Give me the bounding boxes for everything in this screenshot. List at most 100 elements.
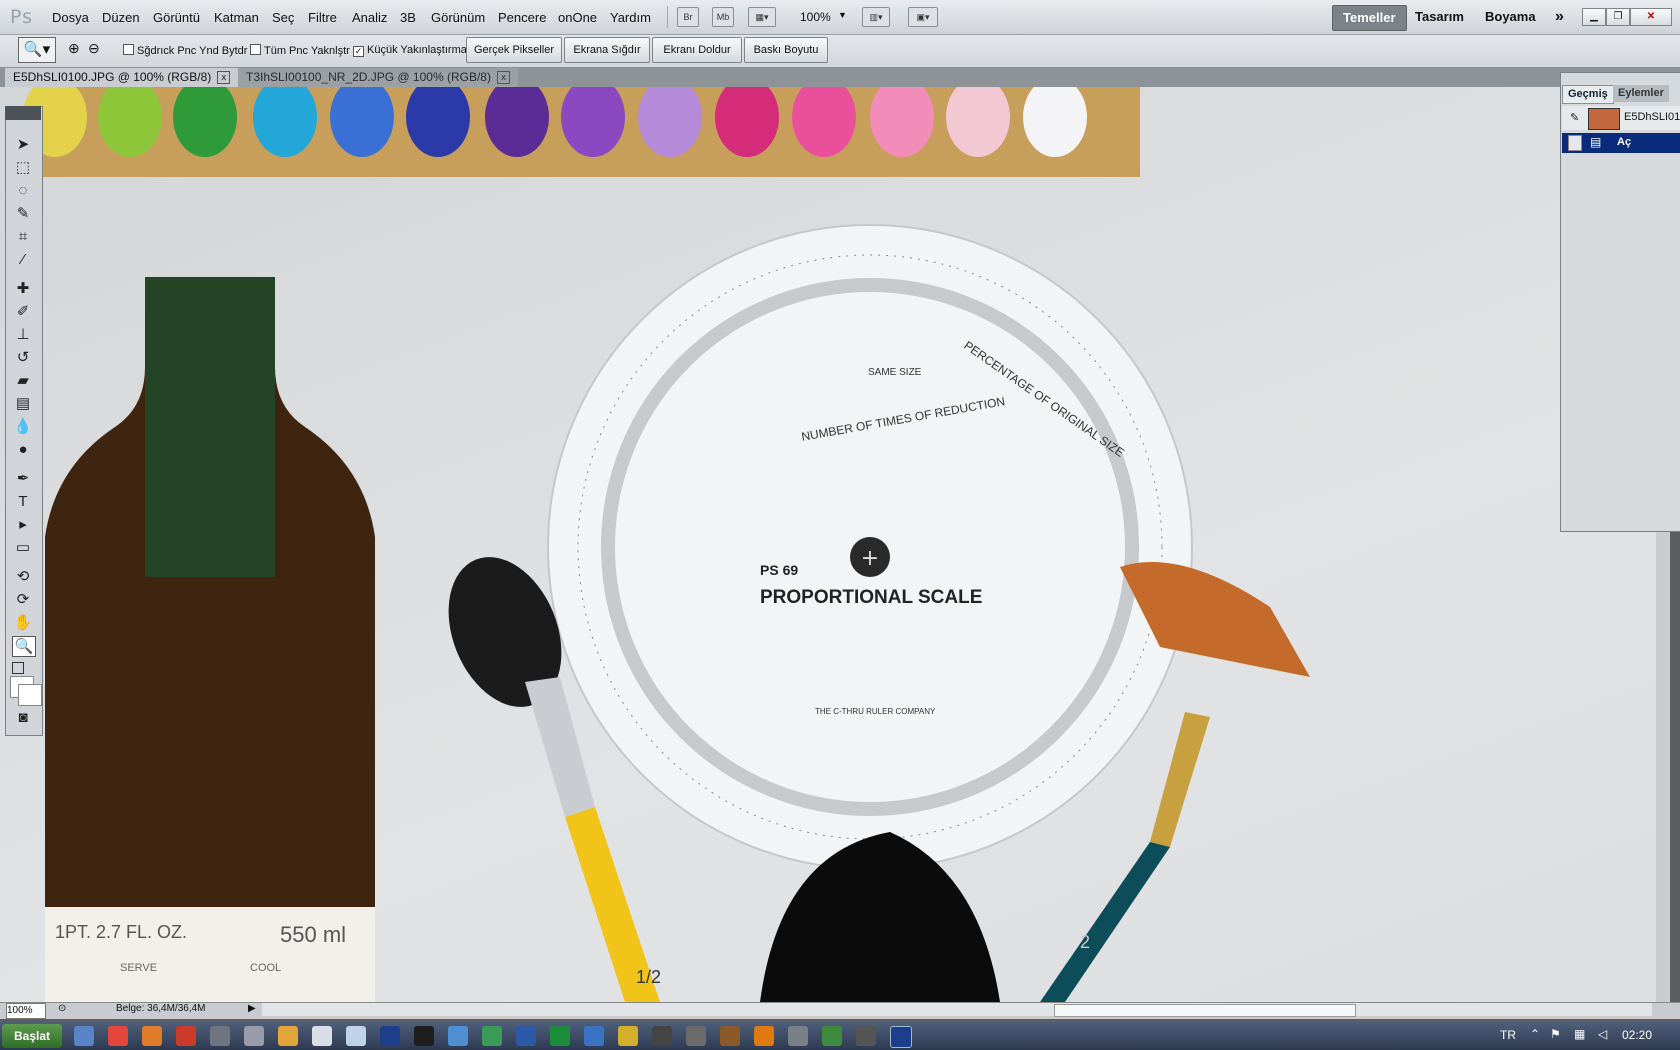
menu-onone[interactable]: onOne bbox=[558, 10, 597, 25]
notepad-icon[interactable] bbox=[312, 1026, 332, 1046]
background-color-swatch[interactable] bbox=[18, 684, 42, 706]
tab-document-1[interactable]: E5DhSLI0100.JPG @ 100% (RGB/8) x bbox=[5, 68, 239, 87]
quick-select-icon[interactable]: ✎ bbox=[12, 204, 34, 223]
start-button[interactable]: Başlat bbox=[2, 1024, 62, 1048]
workspace-essentials[interactable]: Temeller bbox=[1332, 5, 1407, 31]
3d-rotate-icon[interactable]: ⟲ bbox=[12, 567, 34, 586]
app-icon[interactable] bbox=[856, 1026, 876, 1046]
blur-tool-icon[interactable]: 💧 bbox=[12, 417, 34, 436]
app-icon[interactable] bbox=[482, 1026, 502, 1046]
app-icon[interactable] bbox=[720, 1026, 740, 1046]
lasso-tool-icon[interactable]: ◌ bbox=[12, 181, 34, 200]
quick-mask-icon[interactable]: ◙ bbox=[12, 708, 34, 727]
app-icon[interactable] bbox=[176, 1026, 196, 1046]
minibridge-icon[interactable]: Mb bbox=[712, 7, 734, 27]
app-icon[interactable] bbox=[448, 1026, 468, 1046]
extras-icon[interactable]: ▦▾ bbox=[748, 7, 776, 27]
close-icon[interactable]: ✕ bbox=[1630, 8, 1672, 26]
brush-source-icon[interactable]: ✎ bbox=[1570, 111, 1579, 124]
menu-analysis[interactable]: Analiz bbox=[352, 10, 387, 25]
checkbox-scrubby-zoom[interactable]: ✓ Küçük Yakınlaştırma bbox=[353, 44, 467, 57]
clone-stamp-icon[interactable]: ⊥ bbox=[12, 325, 34, 344]
menu-3d[interactable]: 3B bbox=[400, 10, 416, 25]
flag-icon[interactable]: ⚑ bbox=[1550, 1027, 1561, 1041]
move-tool-icon[interactable]: ➤ bbox=[12, 135, 34, 154]
pen-tool-icon[interactable]: ✒ bbox=[12, 469, 34, 488]
tools-panel-header[interactable] bbox=[5, 106, 41, 120]
app-icon[interactable] bbox=[822, 1026, 842, 1046]
language-indicator[interactable]: TR bbox=[1500, 1028, 1516, 1042]
arrange-icon[interactable]: ▥▾ bbox=[862, 7, 890, 27]
gradient-icon[interactable]: ▤ bbox=[12, 394, 34, 413]
eyedropper-icon[interactable]: ⁄ bbox=[12, 250, 34, 269]
hand-tool-icon[interactable]: ✋ bbox=[12, 613, 34, 632]
horizontal-scrollbar[interactable] bbox=[262, 1003, 1652, 1017]
close-tab-icon[interactable]: x bbox=[496, 71, 510, 85]
menu-filter[interactable]: Filtre bbox=[308, 10, 337, 25]
workspace-design[interactable]: Tasarım bbox=[1405, 5, 1474, 29]
fill-screen-button[interactable]: Ekranı Doldur bbox=[652, 37, 742, 63]
scrollbar-thumb[interactable] bbox=[1054, 1004, 1356, 1017]
bridge-icon[interactable]: Br bbox=[677, 7, 699, 27]
eraser-icon[interactable]: ▰ bbox=[12, 371, 34, 390]
chevron-down-icon[interactable]: ▼ bbox=[838, 10, 847, 20]
history-state-row[interactable]: ▤ Aç bbox=[1562, 133, 1680, 153]
restore-icon[interactable]: ❐ bbox=[1606, 8, 1630, 26]
brush-tool-icon[interactable]: ✐ bbox=[12, 302, 34, 321]
menu-layer[interactable]: Katman bbox=[214, 10, 259, 25]
tool-preset-picker[interactable]: 🔍▾ bbox=[18, 37, 56, 63]
actual-pixels-button[interactable]: Gerçek Pikseller bbox=[466, 37, 562, 63]
zoom-out-icon[interactable]: ⊖ bbox=[88, 40, 100, 57]
checkbox-zoom-all[interactable]: Tüm Pnc Yaknlştr bbox=[250, 44, 350, 57]
app-icon[interactable] bbox=[414, 1026, 434, 1046]
history-snapshot-row[interactable]: ✎ E5DhSLI0100 bbox=[1562, 106, 1680, 130]
dodge-tool-icon[interactable]: ● bbox=[12, 440, 34, 459]
default-colors-icon[interactable] bbox=[12, 662, 24, 674]
more-workspaces-icon[interactable]: » bbox=[1545, 5, 1574, 29]
workspace-painting[interactable]: Boyama bbox=[1475, 5, 1546, 29]
app-icon[interactable] bbox=[754, 1026, 774, 1046]
history-brush-icon[interactable]: ↺ bbox=[12, 348, 34, 367]
zoom-tool-icon[interactable]: 🔍 bbox=[12, 636, 36, 657]
status-info-icon[interactable]: ⊙ bbox=[58, 1003, 66, 1014]
tab-actions[interactable]: Eylemler bbox=[1613, 85, 1669, 102]
menu-view[interactable]: Görünüm bbox=[431, 10, 485, 25]
photoshop-running-icon[interactable] bbox=[890, 1026, 912, 1048]
tab-history[interactable]: Geçmiş bbox=[1562, 85, 1614, 104]
close-tab-icon[interactable]: x bbox=[217, 71, 231, 85]
print-size-button[interactable]: Baskı Boyutu bbox=[744, 37, 828, 63]
menu-edit[interactable]: Düzen bbox=[102, 10, 140, 25]
3d-orbit-icon[interactable]: ⟳ bbox=[12, 590, 34, 609]
app-icon[interactable] bbox=[686, 1026, 706, 1046]
shape-tool-icon[interactable]: ▭ bbox=[12, 538, 34, 557]
menu-file[interactable]: Dosya bbox=[52, 10, 89, 25]
menu-window[interactable]: Pencere bbox=[498, 10, 546, 25]
tab-document-2[interactable]: T3IhSLI00100_NR_2D.JPG @ 100% (RGB/8) x bbox=[238, 68, 518, 87]
marquee-tool-icon[interactable]: ⬚ bbox=[12, 158, 34, 177]
menu-image[interactable]: Görüntü bbox=[153, 10, 200, 25]
path-select-icon[interactable]: ▸ bbox=[12, 515, 34, 534]
zoom-in-icon[interactable]: ⊕ bbox=[68, 40, 80, 57]
history-checkbox[interactable] bbox=[1568, 135, 1582, 151]
app-icon[interactable] bbox=[788, 1026, 808, 1046]
tray-arrow-icon[interactable]: ⌃ bbox=[1530, 1027, 1540, 1041]
firefox-icon[interactable] bbox=[142, 1026, 162, 1046]
minimize-icon[interactable]: ▁ bbox=[1582, 8, 1606, 26]
crop-tool-icon[interactable]: ⌗ bbox=[12, 227, 34, 246]
app-icon[interactable] bbox=[278, 1026, 298, 1046]
zoom-level-dropdown[interactable]: 100% bbox=[800, 10, 831, 24]
fit-screen-button[interactable]: Ekrana Sığdır bbox=[564, 37, 650, 63]
app-icon[interactable] bbox=[244, 1026, 264, 1046]
app-icon[interactable] bbox=[652, 1026, 672, 1046]
app-icon[interactable] bbox=[550, 1026, 570, 1046]
show-desktop-icon[interactable] bbox=[74, 1026, 94, 1046]
app-icon[interactable] bbox=[584, 1026, 604, 1046]
photoshop-icon[interactable] bbox=[380, 1026, 400, 1046]
type-tool-icon[interactable]: T bbox=[12, 492, 34, 511]
status-menu-arrow-icon[interactable]: ▶ bbox=[248, 1003, 256, 1014]
app-icon[interactable] bbox=[618, 1026, 638, 1046]
document-canvas[interactable]: + PS 69 PROPORTIONAL SCALE NUMBER OF TIM… bbox=[0, 87, 1670, 1002]
menu-select[interactable]: Seç bbox=[272, 10, 294, 25]
checkbox-resize-windows[interactable]: Sğdrıck Pnc Ynd Bytdr bbox=[123, 44, 247, 57]
word-icon[interactable] bbox=[516, 1026, 536, 1046]
